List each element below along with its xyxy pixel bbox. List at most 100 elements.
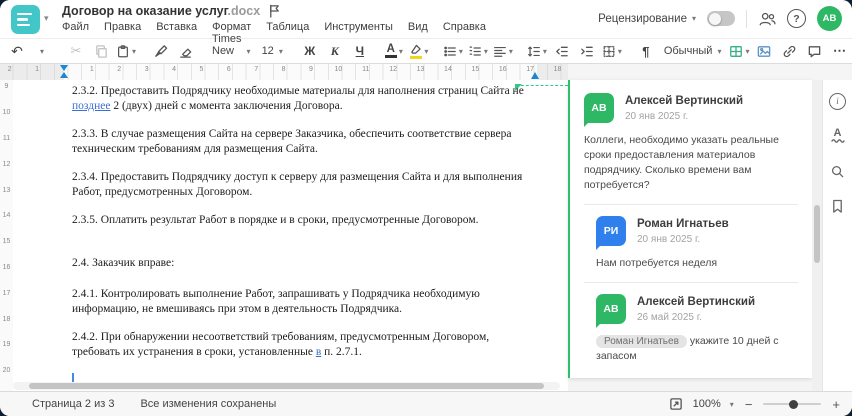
zoom-in-button[interactable]: + [830,397,842,412]
bold-button[interactable]: Ж [299,41,321,61]
comment-date: 20 янв 2025 г. [625,111,689,122]
cut-button[interactable]: ✂ [65,41,87,61]
paragraph[interactable]: 2.3.4. Предоставить Подрядчику доступ к … [72,170,533,200]
increase-indent-button[interactable] [576,41,598,61]
ruler-number: 12 [389,66,398,73]
menu-item[interactable]: Файл [62,21,89,33]
right-indent-marker[interactable] [531,72,539,79]
paragraph-style-select[interactable]: Обычный ▾ [660,41,726,61]
insert-comment-button[interactable] [803,41,825,61]
spellcheck-icon[interactable]: А [829,127,847,145]
format-painter-button[interactable] [149,41,171,61]
undo-button[interactable]: ↶ [6,41,28,61]
zoom-slider[interactable] [763,399,822,409]
undo-caret[interactable]: ▾ [31,41,53,61]
zoom-caret-icon[interactable]: ▾ [730,400,734,409]
comment-reply[interactable]: РИ Роман Игнатьев 20 янв 2025 г. Нам пот… [596,216,798,271]
font-size-select[interactable]: 12 ▾ [258,41,287,61]
logo-caret-icon[interactable]: ▾ [44,13,49,24]
highlight-color-button[interactable]: ▾ [408,41,430,61]
font-name-select[interactable]: Times New ... ▾ [208,33,255,69]
line-spacing-button[interactable]: ▾ [526,41,548,61]
vertical-ruler[interactable]: 9 10 11 12 13 14 15 16 17 18 19 20 [0,80,14,391]
shading-borders-button[interactable]: ▾ [601,41,623,61]
italic-button[interactable]: К [324,41,346,61]
ruler-number: 2 [7,66,12,73]
menu-item[interactable]: Таблица [266,21,309,33]
divider [584,204,798,205]
show-paragraph-marks-button[interactable]: ¶ [635,41,657,61]
paragraph[interactable]: 2.4.1. Контролировать выполнение Работ, … [72,287,533,317]
ruler-number: 15 [2,238,11,246]
help-icon[interactable]: ? [787,9,806,28]
paste-button[interactable]: ▾ [115,41,137,61]
horizontal-ruler[interactable]: 2 1 1 2 3 4 5 6 7 8 9 10 11 12 13 14 15 16 17 18 [0,64,568,81]
flag-icon[interactable] [268,4,281,18]
paragraph[interactable]: 2.3.3. В случае размещения Сайта на серв… [72,127,533,157]
search-icon[interactable] [829,162,847,180]
font-color-button[interactable]: А ▾ [383,41,405,61]
ruler-number: 4 [172,66,176,73]
paragraph[interactable]: 2.3.2. Предоставить Подрядчику необходим… [72,84,533,114]
comment-reply[interactable]: АВ Алексей Вертинский 26 май 2025 г. Ром… [596,294,798,364]
info-icon[interactable]: i [829,92,847,110]
horizontal-scrollbar[interactable] [29,383,544,389]
copy-button[interactable] [90,41,112,61]
toolbar: ↶ ▾ ✂ ▾ Times New ... ▾ 12 ▾ Ж К Ч А ▾ ▾… [0,33,852,69]
fit-to-width-button[interactable] [668,396,684,412]
document-title: Договор на оказание услуг.docx [62,4,261,18]
user-avatar[interactable]: АВ [817,6,842,31]
review-mode-dropdown[interactable]: Рецензирование ▾ [598,13,696,25]
bullet-list-button[interactable]: ▾ [442,41,464,61]
menu-item[interactable]: Вид [408,21,428,33]
bookmark-icon[interactable] [829,197,847,215]
chevron-down-icon: ▾ [691,14,696,23]
paragraph[interactable]: 2.4. Заказчик вправе: [72,256,533,271]
app-logo[interactable] [11,5,40,34]
ruler-number: 11 [2,134,11,142]
ruler-number: 17 [2,289,11,297]
indent-marker[interactable] [60,65,69,78]
ruler-number: 10 [334,66,343,73]
ruler-number: 9 [4,83,9,91]
page-indicator[interactable]: Страница 2 из 3 [32,398,114,410]
collaboration-users-icon[interactable] [758,10,776,28]
insert-table-button[interactable]: ▾ [728,41,750,61]
comment-text: Нам потребуется неделя [596,257,718,269]
menu-item[interactable]: Правка [104,21,141,33]
menu-item[interactable]: Инструменты [324,21,393,33]
review-toggle[interactable] [707,11,735,26]
zoom-out-button[interactable]: − [743,397,755,412]
vertical-scrollbar[interactable] [814,205,820,263]
comment-date: 20 янв 2025 г. [637,234,701,245]
comment: АВ Алексей Вертинский 20 янв 2025 г. [584,93,798,127]
comment-thread[interactable]: АВ Алексей Вертинский 20 янв 2025 г. Кол… [568,80,812,378]
comment-avatar: АВ [584,93,614,127]
underline-button[interactable]: Ч [349,41,371,61]
menu-item[interactable]: Формат [212,21,251,33]
mention-badge[interactable]: Роман Игнатьев [596,335,687,348]
scrollbar-gutter [812,80,822,391]
comment-author: Алексей Вертинский [637,296,756,308]
document-text[interactable]: 2.3.2. Предоставить Подрядчику необходим… [72,84,533,387]
save-status: Все изменения сохранены [140,398,277,410]
ruler-number: 5 [199,66,204,73]
more-tools-button[interactable]: ⋯ [828,41,850,61]
align-button[interactable]: ▾ [492,41,514,61]
zoom-value[interactable]: 100% [693,398,721,410]
zoom-slider-handle[interactable] [789,399,799,409]
insert-image-button[interactable] [753,41,775,61]
paragraph[interactable]: 2.3.5. Оплатить результат Работ в порядк… [72,213,533,228]
decrease-indent-button[interactable] [551,41,573,61]
numbered-list-button[interactable]: ▾ [467,41,489,61]
horizontal-scrollbar-track [13,382,560,390]
paragraph[interactable]: 2.4.2. При обнаружении несоответствий тр… [72,330,533,360]
menu-item[interactable]: Справка [443,21,486,33]
ruler-number: 7 [254,66,259,73]
insert-link-button[interactable] [778,41,800,61]
menu-item[interactable]: Вставка [156,21,197,33]
document-page[interactable]: 2.3.2. Предоставить Подрядчику необходим… [13,80,568,391]
ruler-number: 19 [2,341,11,349]
clear-style-button[interactable] [174,41,196,61]
comments-panel: АВ Алексей Вертинский 20 янв 2025 г. Кол… [568,80,812,391]
